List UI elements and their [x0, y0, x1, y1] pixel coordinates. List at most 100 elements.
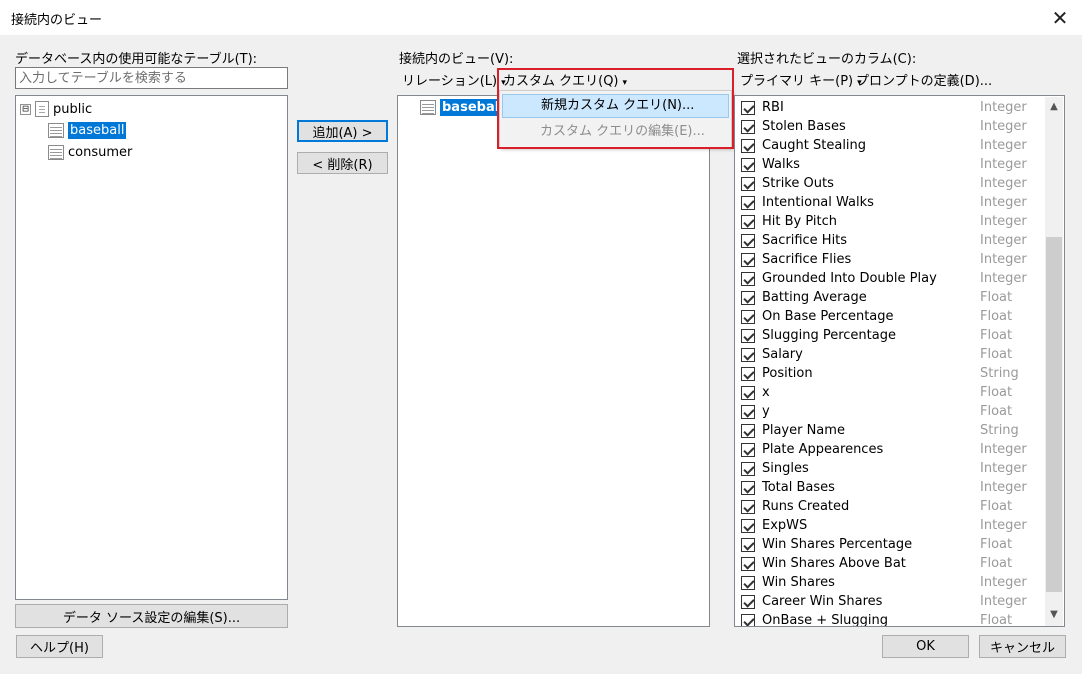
- column-name: Salary: [762, 347, 803, 362]
- column-row[interactable]: Intentional Walks Integer: [741, 193, 1037, 212]
- column-row[interactable]: y Float: [741, 402, 1037, 421]
- column-checkbox[interactable]: [741, 594, 755, 609]
- column-row[interactable]: On Base Percentage Float: [741, 307, 1037, 326]
- column-checkbox[interactable]: [741, 176, 755, 191]
- scroll-down-icon[interactable]: ▼: [1045, 607, 1063, 623]
- column-checkbox[interactable]: [741, 290, 755, 305]
- column-name: Caught Stealing: [762, 138, 867, 153]
- ok-button[interactable]: OK: [882, 635, 969, 658]
- column-row[interactable]: Stolen Bases Integer: [741, 117, 1037, 136]
- column-name: Slugging Percentage: [762, 328, 896, 343]
- column-type: Float: [980, 499, 1013, 514]
- available-tables-tree[interactable]: ⊟ public baseball consumer: [15, 95, 288, 600]
- column-row[interactable]: ExpWS Integer: [741, 516, 1037, 535]
- column-name: Walks: [762, 157, 800, 172]
- column-row[interactable]: Sacrifice Flies Integer: [741, 250, 1037, 269]
- column-row[interactable]: Position String: [741, 364, 1037, 383]
- column-checkbox[interactable]: [741, 480, 755, 495]
- column-row[interactable]: Strike Outs Integer: [741, 174, 1037, 193]
- column-type: Integer: [980, 233, 1027, 248]
- add-button[interactable]: 追加(A) >: [297, 120, 388, 142]
- relations-menu[interactable]: リレーション(L) ▾: [402, 70, 506, 89]
- column-checkbox[interactable]: [741, 309, 755, 324]
- columns-scrollbar[interactable]: ▲ ▼: [1045, 97, 1063, 626]
- column-type: Integer: [980, 214, 1027, 229]
- column-checkbox[interactable]: [741, 518, 755, 533]
- column-row[interactable]: Caught Stealing Integer: [741, 136, 1037, 155]
- tree-item-baseball[interactable]: baseball: [48, 120, 127, 140]
- column-row[interactable]: Total Bases Integer: [741, 478, 1037, 497]
- column-row[interactable]: Win Shares Percentage Float: [741, 535, 1037, 554]
- columns-list[interactable]: RBI Integer Stolen Bases Integer Caught Stea…: [734, 95, 1065, 627]
- help-button[interactable]: ヘルプ(H): [16, 635, 103, 658]
- column-name: Win Shares Above Bat: [762, 556, 906, 571]
- column-row[interactable]: Salary Float: [741, 345, 1037, 364]
- column-checkbox[interactable]: [741, 252, 755, 267]
- column-checkbox[interactable]: [741, 499, 755, 514]
- column-type: String: [980, 366, 1019, 381]
- column-checkbox[interactable]: [741, 347, 755, 362]
- column-checkbox[interactable]: [741, 461, 755, 476]
- column-row[interactable]: Sacrifice Hits Integer: [741, 231, 1037, 250]
- column-checkbox[interactable]: [741, 385, 755, 400]
- scroll-thumb[interactable]: [1046, 237, 1062, 592]
- edit-datasource-button[interactable]: データ ソース設定の編集(S)...: [15, 604, 288, 628]
- column-row[interactable]: Runs Created Float: [741, 497, 1037, 516]
- column-checkbox[interactable]: [741, 233, 755, 248]
- column-checkbox[interactable]: [741, 157, 755, 172]
- column-checkbox[interactable]: [741, 195, 755, 210]
- column-row[interactable]: x Float: [741, 383, 1037, 402]
- views-tree[interactable]: baseball: [397, 95, 710, 627]
- collapse-icon[interactable]: ⊟: [20, 103, 31, 115]
- column-type: Float: [980, 347, 1013, 362]
- column-row[interactable]: Singles Integer: [741, 459, 1037, 478]
- tree-item-consumer[interactable]: consumer: [48, 142, 132, 162]
- tree-item-baseball-view[interactable]: baseball: [420, 97, 506, 117]
- cancel-button[interactable]: キャンセル: [979, 635, 1066, 658]
- column-row[interactable]: RBI Integer: [741, 98, 1037, 117]
- tree-item-label: public: [53, 101, 93, 117]
- column-row[interactable]: Win Shares Above Bat Float: [741, 554, 1037, 573]
- column-checkbox[interactable]: [741, 613, 755, 626]
- column-checkbox[interactable]: [741, 100, 755, 115]
- column-checkbox[interactable]: [741, 556, 755, 571]
- tree-item-public[interactable]: ⊟ public: [20, 99, 92, 119]
- column-row[interactable]: Walks Integer: [741, 155, 1037, 174]
- column-row[interactable]: Player Name String: [741, 421, 1037, 440]
- column-row[interactable]: Batting Average Float: [741, 288, 1037, 307]
- column-type: Float: [980, 613, 1013, 627]
- column-row[interactable]: Slugging Percentage Float: [741, 326, 1037, 345]
- column-name: Sacrifice Flies: [762, 252, 852, 267]
- column-checkbox[interactable]: [741, 442, 755, 457]
- table-search-field[interactable]: [15, 67, 288, 89]
- close-icon[interactable]: ✕: [1046, 4, 1074, 32]
- column-checkbox[interactable]: [741, 404, 755, 419]
- column-type: Integer: [980, 157, 1027, 172]
- column-row[interactable]: Win Shares Integer: [741, 573, 1037, 592]
- column-checkbox[interactable]: [741, 575, 755, 590]
- column-checkbox[interactable]: [741, 423, 755, 438]
- primary-key-menu[interactable]: プライマリ キー(P) ▾: [740, 70, 862, 89]
- column-checkbox[interactable]: [741, 271, 755, 286]
- column-checkbox[interactable]: [741, 138, 755, 153]
- column-type: Float: [980, 328, 1013, 343]
- scroll-up-icon[interactable]: ▲: [1045, 99, 1063, 115]
- remove-button[interactable]: < 削除(R): [297, 152, 388, 174]
- column-type: Float: [980, 537, 1013, 552]
- column-row[interactable]: Hit By Pitch Integer: [741, 212, 1037, 231]
- column-row[interactable]: Plate Appearences Integer: [741, 440, 1037, 459]
- define-prompt-menu[interactable]: プロンプトの定義(D)...: [856, 70, 992, 89]
- column-type: Integer: [980, 195, 1027, 210]
- column-name: ExpWS: [762, 518, 808, 533]
- column-checkbox[interactable]: [741, 537, 755, 552]
- column-checkbox[interactable]: [741, 119, 755, 134]
- column-row[interactable]: Career Win Shares Integer: [741, 592, 1037, 611]
- column-checkbox[interactable]: [741, 328, 755, 343]
- table-search-input[interactable]: [16, 68, 287, 88]
- column-row[interactable]: OnBase + Slugging Float: [741, 611, 1037, 627]
- column-row[interactable]: Grounded Into Double Play Integer: [741, 269, 1037, 288]
- column-type: Integer: [980, 442, 1027, 457]
- column-checkbox[interactable]: [741, 366, 755, 381]
- column-checkbox[interactable]: [741, 214, 755, 229]
- tree-item-label: baseball: [440, 98, 506, 116]
